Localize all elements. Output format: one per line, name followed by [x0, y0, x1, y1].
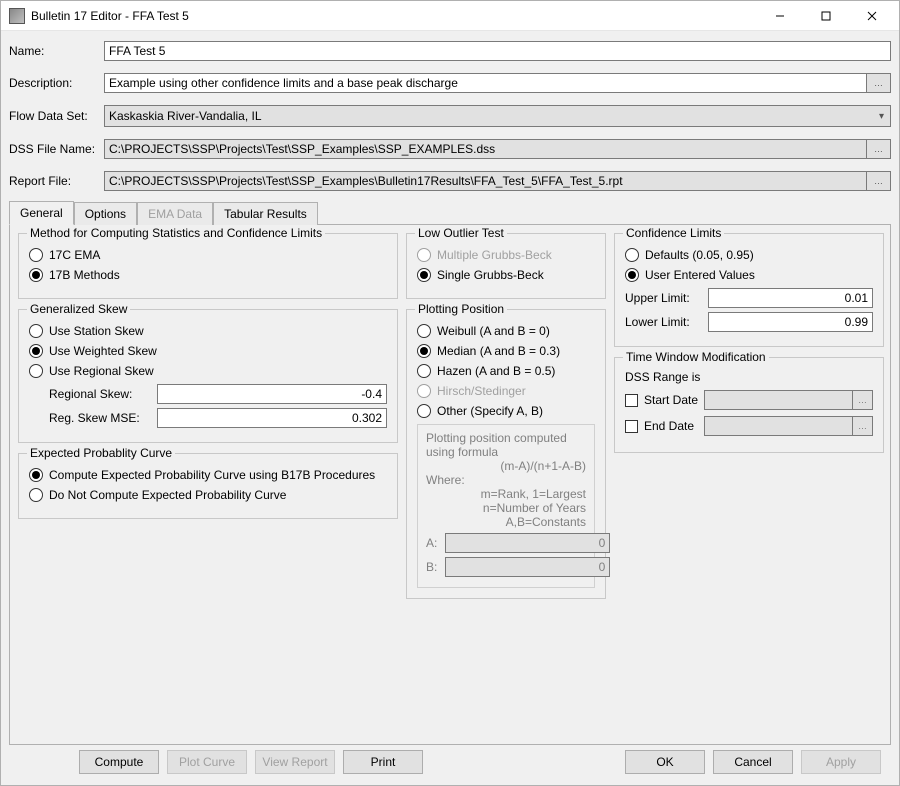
name-label: Name: — [9, 44, 104, 58]
radio-regional-skew[interactable]: Use Regional Skew — [29, 364, 387, 378]
start-date-label: Start Date — [644, 393, 704, 407]
start-date-input — [704, 390, 853, 410]
reportfile-browse-button[interactable]: … — [867, 171, 891, 191]
end-date-label: End Date — [644, 419, 704, 433]
radio-hazen[interactable]: Hazen (A and B = 0.5) — [417, 364, 595, 378]
where-ab: A,B=Constants — [426, 515, 586, 529]
skew-mse-label: Reg. Skew MSE: — [49, 411, 149, 425]
flowdata-combo[interactable]: Kaskaskia River-Vandalia, IL ▾ — [104, 105, 891, 127]
apply-button: Apply — [801, 750, 881, 774]
method-legend: Method for Computing Statistics and Conf… — [27, 226, 325, 240]
compute-button[interactable]: Compute — [79, 750, 159, 774]
regional-skew-label: Regional Skew: — [49, 387, 149, 401]
radio-median[interactable]: Median (A and B = 0.3) — [417, 344, 595, 358]
formula-expr: (m-A)/(n+1-A-B) — [426, 459, 586, 473]
dssfile-label: DSS File Name: — [9, 142, 104, 156]
description-input[interactable] — [104, 73, 867, 93]
end-date-picker-button[interactable]: … — [853, 416, 873, 436]
maximize-button[interactable] — [803, 1, 849, 31]
radio-weighted-skew[interactable]: Use Weighted Skew — [29, 344, 387, 358]
radio-hirsch: Hirsch/Stedinger — [417, 384, 595, 398]
tab-general[interactable]: General — [9, 201, 74, 225]
tab-tabular-results[interactable]: Tabular Results — [213, 202, 318, 225]
radio-defaults[interactable]: Defaults (0.05, 0.95) — [625, 248, 873, 262]
ok-button[interactable]: OK — [625, 750, 705, 774]
b-input — [445, 557, 610, 577]
end-date-input — [704, 416, 853, 436]
group-low-outlier: Low Outlier Test Multiple Grubbs-Beck Si… — [406, 233, 606, 299]
where-m: m=Rank, 1=Largest — [426, 487, 586, 501]
group-time-window: Time Window Modification DSS Range is St… — [614, 357, 884, 453]
reportfile-input[interactable] — [104, 171, 867, 191]
description-label: Description: — [9, 76, 104, 90]
reportfile-label: Report File: — [9, 174, 104, 188]
where-n: n=Number of Years — [426, 501, 586, 515]
view-report-button: View Report — [255, 750, 335, 774]
start-date-checkbox[interactable] — [625, 394, 638, 407]
radio-17b-methods[interactable]: 17B Methods — [29, 268, 387, 282]
radio-17c-ema[interactable]: 17C EMA — [29, 248, 387, 262]
upper-limit-input[interactable] — [708, 288, 873, 308]
tabstrip: General Options EMA Data Tabular Results — [9, 201, 891, 225]
group-skew: Generalized Skew Use Station Skew Use We… — [18, 309, 398, 443]
start-date-picker-button[interactable]: … — [853, 390, 873, 410]
tabpage-general: Method for Computing Statistics and Conf… — [9, 225, 891, 745]
where-label: Where: — [426, 473, 465, 487]
tab-options[interactable]: Options — [74, 202, 137, 225]
chevron-down-icon: ▾ — [879, 111, 884, 122]
lower-limit-label: Lower Limit: — [625, 315, 700, 329]
outlier-legend: Low Outlier Test — [415, 226, 507, 240]
skew-mse-input[interactable] — [157, 408, 387, 428]
group-method: Method for Computing Statistics and Conf… — [18, 233, 398, 299]
flowdata-label: Flow Data Set: — [9, 109, 104, 123]
radio-user-entered[interactable]: User Entered Values — [625, 268, 873, 282]
conf-legend: Confidence Limits — [623, 226, 724, 240]
regional-skew-input[interactable] — [157, 384, 387, 404]
b-label: B: — [426, 560, 437, 574]
radio-compute-expected[interactable]: Compute Expected Probability Curve using… — [29, 468, 387, 482]
dssfile-input[interactable] — [104, 139, 867, 159]
button-bar: Compute Plot Curve View Report Print OK … — [9, 745, 891, 785]
dss-range-label: DSS Range is — [625, 370, 873, 384]
flowdata-value: Kaskaskia River-Vandalia, IL — [109, 109, 262, 123]
radio-multiple-grubbs: Multiple Grubbs-Beck — [417, 248, 595, 262]
radio-single-grubbs[interactable]: Single Grubbs-Beck — [417, 268, 595, 282]
main-window: Bulletin 17 Editor - FFA Test 5 Name: De… — [0, 0, 900, 786]
lower-limit-input[interactable] — [708, 312, 873, 332]
titlebar: Bulletin 17 Editor - FFA Test 5 — [1, 1, 899, 31]
tab-ema-data: EMA Data — [137, 202, 213, 225]
radio-donot-compute-expected[interactable]: Do Not Compute Expected Probability Curv… — [29, 488, 387, 502]
formula-text: Plotting position computed using formula — [426, 431, 567, 459]
close-button[interactable] — [849, 1, 895, 31]
plot-curve-button: Plot Curve — [167, 750, 247, 774]
group-confidence-limits: Confidence Limits Defaults (0.05, 0.95) … — [614, 233, 884, 347]
radio-other[interactable]: Other (Specify A, B) — [417, 404, 595, 418]
expected-legend: Expected Probablity Curve — [27, 446, 175, 460]
print-button[interactable]: Print — [343, 750, 423, 774]
name-input[interactable] — [104, 41, 891, 61]
radio-weibull[interactable]: Weibull (A and B = 0) — [417, 324, 595, 338]
plot-legend: Plotting Position — [415, 302, 507, 316]
description-browse-button[interactable]: … — [867, 73, 891, 93]
upper-limit-label: Upper Limit: — [625, 291, 700, 305]
cancel-button[interactable]: Cancel — [713, 750, 793, 774]
a-input — [445, 533, 610, 553]
minimize-button[interactable] — [757, 1, 803, 31]
skew-legend: Generalized Skew — [27, 302, 130, 316]
window-title: Bulletin 17 Editor - FFA Test 5 — [31, 9, 757, 23]
a-label: A: — [426, 536, 437, 550]
dssfile-browse-button[interactable]: … — [867, 139, 891, 159]
radio-station-skew[interactable]: Use Station Skew — [29, 324, 387, 338]
end-date-checkbox[interactable] — [625, 420, 638, 433]
content-area: Name: Description: … Flow Data Set: Kask… — [1, 31, 899, 785]
timewin-legend: Time Window Modification — [623, 350, 769, 364]
group-expected: Expected Probablity Curve Compute Expect… — [18, 453, 398, 519]
group-plotting-position: Plotting Position Weibull (A and B = 0) … — [406, 309, 606, 599]
app-icon — [9, 8, 25, 24]
